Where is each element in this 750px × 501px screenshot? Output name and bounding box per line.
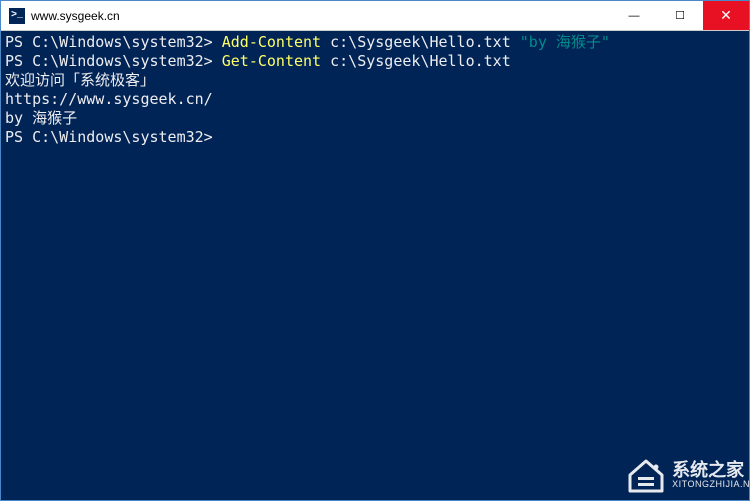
- command-line: PS C:\Windows\system32> Add-Content c:\S…: [5, 33, 745, 52]
- output-line: 欢迎访问「系统极客」: [5, 71, 745, 90]
- string-literal: "by 海猴子": [520, 33, 610, 51]
- prompt: PS C:\Windows\system32>: [5, 52, 213, 70]
- output-line: by 海猴子: [5, 109, 745, 128]
- title-left: >_ www.sysgeek.cn: [1, 8, 611, 24]
- cmdlet: Add-Content: [222, 33, 321, 51]
- minimize-button[interactable]: —: [611, 1, 657, 30]
- watermark: 系统之家 XITONGZHIJIA.N: [626, 457, 750, 493]
- output-line: https://www.sysgeek.cn/: [5, 90, 745, 109]
- prompt: PS C:\Windows\system32>: [5, 33, 213, 51]
- watermark-title: 系统之家: [672, 461, 750, 479]
- command-line: PS C:\Windows\system32> Get-Content c:\S…: [5, 52, 745, 71]
- prompt-line: PS C:\Windows\system32>: [5, 128, 745, 147]
- window-title: www.sysgeek.cn: [31, 9, 120, 23]
- terminal-area[interactable]: PS C:\Windows\system32> Add-Content c:\S…: [1, 31, 749, 500]
- argument: c:\Sysgeek\Hello.txt: [330, 52, 511, 70]
- powershell-icon: >_: [9, 8, 25, 24]
- close-button[interactable]: ✕: [703, 1, 749, 30]
- powershell-icon-glyph: >_: [11, 10, 23, 21]
- prompt: PS C:\Windows\system32>: [5, 128, 213, 146]
- watermark-text: 系统之家 XITONGZHIJIA.N: [672, 461, 750, 489]
- argument: c:\Sysgeek\Hello.txt: [330, 33, 511, 51]
- titlebar[interactable]: >_ www.sysgeek.cn — ☐ ✕: [1, 1, 749, 31]
- maximize-button[interactable]: ☐: [657, 1, 703, 30]
- cmdlet: Get-Content: [222, 52, 321, 70]
- house-icon: [626, 457, 666, 493]
- watermark-subtitle: XITONGZHIJIA.N: [672, 479, 750, 489]
- window-controls: — ☐ ✕: [611, 1, 749, 30]
- powershell-window: >_ www.sysgeek.cn — ☐ ✕ PS C:\Windows\sy…: [0, 0, 750, 501]
